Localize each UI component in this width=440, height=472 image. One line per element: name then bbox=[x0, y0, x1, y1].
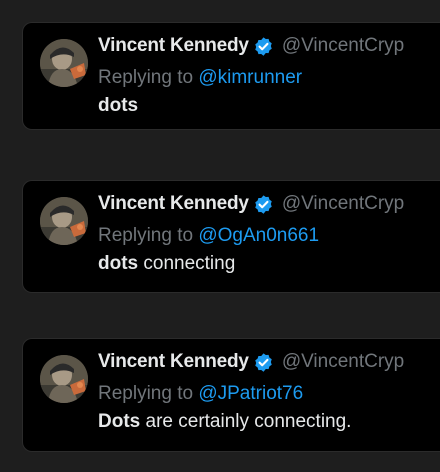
replying-to-label: Replying to bbox=[98, 67, 194, 88]
author-handle[interactable]: @VincentCryp bbox=[282, 193, 404, 215]
tweet-card[interactable]: Vincent Kennedy @VincentCryp Replying to… bbox=[22, 22, 440, 130]
replying-to-label: Replying to bbox=[98, 225, 194, 246]
avatar[interactable] bbox=[40, 197, 88, 245]
reply-feed: Vincent Kennedy @VincentCryp Replying to… bbox=[0, 0, 440, 472]
replying-to-line: Replying to @OgAn0n661 bbox=[98, 225, 440, 249]
author-handle[interactable]: @VincentCryp bbox=[282, 35, 404, 57]
tweet-text: dots bbox=[98, 95, 440, 119]
author-name[interactable]: Vincent Kennedy bbox=[98, 35, 249, 57]
author-handle[interactable]: @VincentCryp bbox=[282, 351, 404, 373]
tweet-text-rest: connecting bbox=[138, 253, 236, 274]
replying-to-line: Replying to @kimrunner bbox=[98, 67, 440, 91]
tweet-card[interactable]: Vincent Kennedy @VincentCryp Replying to… bbox=[22, 180, 440, 293]
verified-badge-icon bbox=[253, 352, 274, 373]
tweet-text-bold: dots bbox=[98, 95, 139, 116]
avatar[interactable] bbox=[40, 355, 88, 403]
tweet-text-bold: Dots bbox=[98, 411, 141, 432]
tweet-text: dots connecting bbox=[98, 253, 440, 277]
reply-mention-link[interactable]: @OgAn0n661 bbox=[198, 225, 319, 246]
tweet-text-bold: dots bbox=[98, 253, 139, 274]
avatar[interactable] bbox=[40, 39, 88, 87]
reply-mention-link[interactable]: @JPatriot76 bbox=[198, 383, 303, 404]
replying-to-label: Replying to bbox=[98, 383, 194, 404]
tweet-card[interactable]: Vincent Kennedy @VincentCryp Replying to… bbox=[22, 338, 440, 452]
reply-mention-link[interactable]: @kimrunner bbox=[198, 67, 302, 88]
tweet-text-rest: are certainly connecting. bbox=[140, 411, 352, 432]
author-name[interactable]: Vincent Kennedy bbox=[98, 193, 249, 215]
replying-to-line: Replying to @JPatriot76 bbox=[98, 383, 440, 407]
verified-badge-icon bbox=[253, 194, 274, 215]
author-name[interactable]: Vincent Kennedy bbox=[98, 351, 249, 373]
tweet-text: Dots are certainly connecting. bbox=[98, 411, 440, 435]
verified-badge-icon bbox=[253, 36, 274, 57]
